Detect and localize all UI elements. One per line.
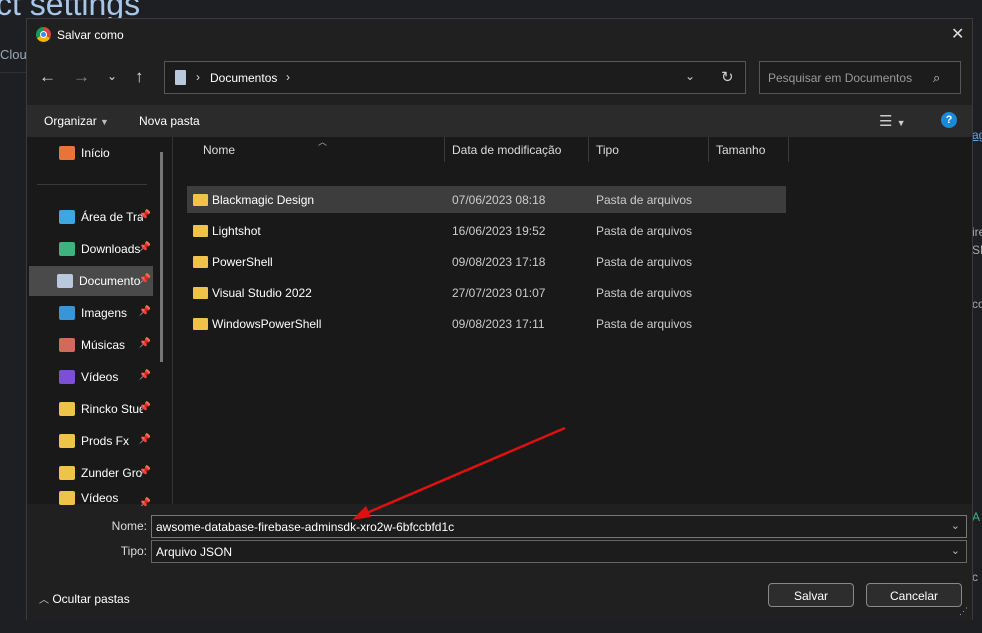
arrow-head [352,506,371,520]
annotation-arrow [352,426,566,520]
arrow-shaft [361,426,566,517]
